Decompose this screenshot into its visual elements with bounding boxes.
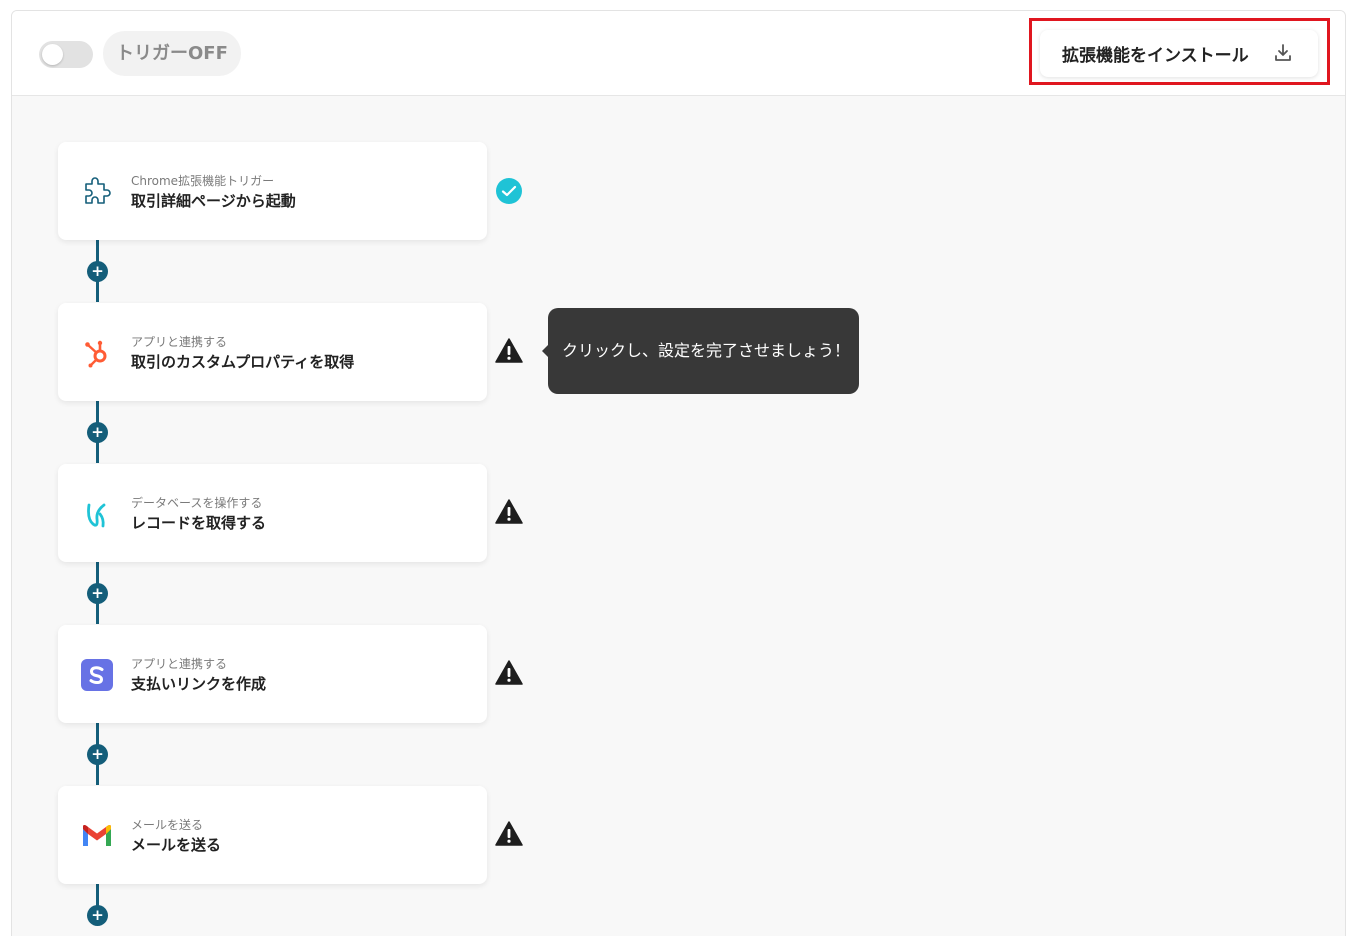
add-step-button[interactable]: + <box>87 583 108 604</box>
step-title: 取引のカスタムプロパティを取得 <box>131 353 355 371</box>
step-category: アプリと連携する <box>131 335 228 349</box>
step-category: データベースを操作する <box>131 496 263 510</box>
download-icon <box>1275 44 1291 61</box>
step-category: Chrome拡張機能トリガー <box>131 174 275 188</box>
warning-icon <box>495 499 523 524</box>
step-card-database[interactable]: データベースを操作する レコードを取得する <box>58 464 487 562</box>
toggle-knob <box>42 44 63 65</box>
add-step-button[interactable]: + <box>87 744 108 765</box>
step-category: メールを送る <box>131 818 204 832</box>
warning-icon <box>495 338 523 363</box>
trigger-toggle[interactable] <box>39 41 93 68</box>
add-step-button[interactable]: + <box>87 905 108 926</box>
step-title: 支払いリンクを作成 <box>131 675 267 693</box>
add-step-button[interactable]: + <box>87 422 108 443</box>
trigger-status-label: トリガーOFF <box>103 31 241 76</box>
check-circle-icon <box>496 178 522 204</box>
install-extension-label: 拡張機能をインストール <box>1062 46 1249 66</box>
step-card-gmail[interactable]: メールを送る メールを送る <box>58 786 487 884</box>
step-card-stripe[interactable]: アプリと連携する 支払いリンクを作成 <box>58 625 487 723</box>
stripe-icon <box>81 659 113 691</box>
setup-tooltip: クリックし、設定を完了させましょう！ <box>548 308 859 394</box>
step-card-hubspot[interactable]: アプリと連携する 取引のカスタムプロパティを取得 <box>58 303 487 401</box>
warning-icon <box>495 660 523 685</box>
puzzle-icon <box>85 177 111 204</box>
step-title: メールを送る <box>131 836 222 854</box>
step-title: レコードを取得する <box>131 514 267 532</box>
database-app-icon <box>87 503 106 528</box>
step-title: 取引詳細ページから起動 <box>131 192 296 210</box>
gmail-icon <box>83 825 111 846</box>
editor-header: トリガーOFF 拡張機能をインストール <box>12 11 1345 96</box>
hubspot-icon <box>85 340 107 368</box>
install-extension-button[interactable]: 拡張機能をインストール <box>1040 30 1318 77</box>
step-card-chrome-trigger[interactable]: Chrome拡張機能トリガー 取引詳細ページから起動 <box>58 142 487 240</box>
flow-editor: トリガーOFF 拡張機能をインストール + + + + + Chrome拡張機能… <box>11 10 1346 936</box>
warning-icon <box>495 821 523 846</box>
flow-canvas: + + + + + Chrome拡張機能トリガー 取引詳細ページから起動 アプリ… <box>12 97 1345 936</box>
step-category: アプリと連携する <box>131 657 228 671</box>
add-step-button[interactable]: + <box>87 261 108 282</box>
